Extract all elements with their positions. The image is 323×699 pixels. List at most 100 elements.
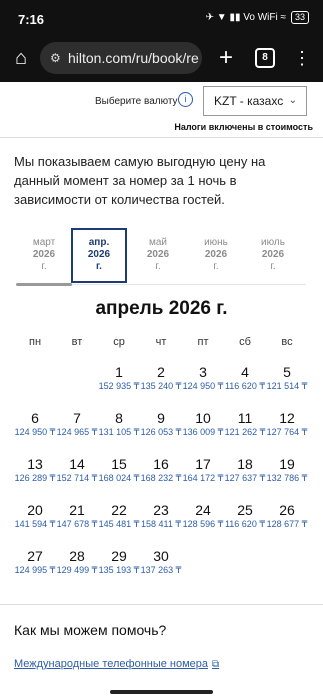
calendar-day[interactable]: 5 121 514 ₸ bbox=[266, 364, 308, 408]
calendar-day[interactable]: 16 168 232 ₸ bbox=[140, 456, 182, 500]
day-number: 5 bbox=[283, 364, 291, 380]
weekday-label: ср bbox=[113, 336, 125, 348]
day-price: 126 289 ₸ bbox=[14, 473, 56, 483]
day-number: 20 bbox=[27, 502, 43, 518]
international-phones-link[interactable]: Международные телефонные номера ⧉ bbox=[14, 658, 219, 670]
day-price: 126 053 ₸ bbox=[140, 427, 182, 437]
month-year: 2026 bbox=[261, 249, 285, 260]
weekday-label: пт bbox=[197, 336, 209, 348]
day-number: 18 bbox=[237, 456, 253, 472]
calendar-day[interactable]: 26 128 677 ₸ bbox=[266, 502, 308, 546]
month-scrollbar[interactable] bbox=[16, 283, 72, 286]
month-suffix: г. bbox=[270, 261, 276, 272]
calendar-day[interactable]: 7 124 965 ₸ bbox=[56, 410, 98, 454]
month-name: июль bbox=[261, 237, 285, 248]
calendar-day[interactable]: 3 124 950 ₸ bbox=[182, 364, 224, 408]
calendar-day[interactable]: 24 128 596 ₸ bbox=[182, 502, 224, 546]
weekday-label: пн bbox=[28, 336, 42, 348]
month-tab[interactable]: июль 2026 г. bbox=[245, 228, 301, 283]
calendar-day[interactable]: 19 132 786 ₸ bbox=[266, 456, 308, 500]
calendar-day[interactable]: 15 168 024 ₸ bbox=[98, 456, 140, 500]
calendar-day[interactable]: 1 152 935 ₸ bbox=[98, 364, 140, 408]
info-icon[interactable]: i bbox=[178, 92, 193, 107]
month-name: апр. bbox=[88, 237, 110, 248]
calendar-day[interactable]: 17 164 172 ₸ bbox=[182, 456, 224, 500]
new-tab-button[interactable]: + bbox=[212, 43, 240, 73]
link-text: Международные телефонные номера bbox=[14, 658, 209, 670]
calendar-day[interactable]: 11 121 262 ₸ bbox=[224, 410, 266, 454]
calendar-day[interactable]: 14 152 714 ₸ bbox=[56, 456, 98, 500]
currency-select[interactable]: KZT - казахс ⌄ bbox=[203, 86, 307, 116]
tax-note: Налоги включены в стоимость bbox=[174, 122, 313, 132]
calendar-day[interactable]: 2 135 240 ₸ bbox=[140, 364, 182, 408]
day-number: 24 bbox=[195, 502, 211, 518]
calendar-title: апрель 2026 г. bbox=[95, 298, 228, 319]
chevron-down-icon: ⌄ bbox=[288, 95, 297, 106]
calendar-day[interactable]: 10 136 009 ₸ bbox=[182, 410, 224, 454]
day-price: 135 193 ₸ bbox=[98, 565, 140, 575]
address-bar[interactable]: ⚙ hilton.com/ru/book/re bbox=[40, 42, 202, 74]
day-number: 13 bbox=[27, 456, 43, 472]
gesture-bar bbox=[110, 690, 213, 694]
day-number: 4 bbox=[241, 364, 249, 380]
calendar-day[interactable]: 27 124 995 ₸ bbox=[14, 548, 56, 592]
calendar-day[interactable]: 4 116 620 ₸ bbox=[224, 364, 266, 408]
day-price: 128 596 ₸ bbox=[182, 519, 224, 529]
calendar-day[interactable]: 13 126 289 ₸ bbox=[14, 456, 56, 500]
day-number: 19 bbox=[279, 456, 295, 472]
calendar-day[interactable]: 18 127 637 ₸ bbox=[224, 456, 266, 500]
month-tab-selected[interactable]: апр. 2026 г. bbox=[71, 228, 127, 283]
tab-switcher-button[interactable]: 8 bbox=[255, 48, 275, 68]
more-vert-icon: ⋮ bbox=[293, 48, 311, 68]
month-suffix: г. bbox=[213, 261, 219, 272]
currency-selector-row: Выберите валюту i KZT - казахс ⌄ bbox=[0, 82, 323, 122]
home-icon: ⌂ bbox=[14, 47, 28, 69]
month-suffix: г. bbox=[155, 261, 161, 272]
day-price: 137 263 ₸ bbox=[140, 565, 182, 575]
day-price: 131 105 ₸ bbox=[98, 427, 140, 437]
calendar-day[interactable]: 20 141 594 ₸ bbox=[14, 502, 56, 546]
weekday-label: сб bbox=[239, 336, 251, 348]
day-price: 132 786 ₸ bbox=[266, 473, 308, 483]
day-price: 158 411 ₸ bbox=[140, 519, 182, 529]
day-price: 121 514 ₸ bbox=[266, 381, 308, 391]
calendar-day[interactable]: 6 124 950 ₸ bbox=[14, 410, 56, 454]
day-number: 15 bbox=[111, 456, 127, 472]
calendar-day[interactable]: 12 127 764 ₸ bbox=[266, 410, 308, 454]
month-tab[interactable]: июнь 2026 г. bbox=[188, 228, 244, 283]
calendar-day[interactable]: 8 131 105 ₸ bbox=[98, 410, 140, 454]
day-number: 14 bbox=[69, 456, 85, 472]
battery-icon: 33 bbox=[290, 11, 309, 24]
calendar-day[interactable]: 28 129 499 ₸ bbox=[56, 548, 98, 592]
divider bbox=[0, 137, 323, 138]
day-price: 168 024 ₸ bbox=[98, 473, 140, 483]
site-settings-icon[interactable]: ⚙ bbox=[50, 42, 61, 74]
calendar-day[interactable]: 22 145 481 ₸ bbox=[98, 502, 140, 546]
help-heading: Как мы можем помочь? bbox=[14, 622, 167, 638]
day-price: 168 232 ₸ bbox=[140, 473, 182, 483]
calendar-day[interactable]: 23 158 411 ₸ bbox=[140, 502, 182, 546]
browser-menu-button[interactable]: ⋮ bbox=[293, 44, 311, 72]
calendar-day[interactable]: 9 126 053 ₸ bbox=[140, 410, 182, 454]
day-price: 127 637 ₸ bbox=[224, 473, 266, 483]
day-number: 22 bbox=[111, 502, 127, 518]
calendar-day[interactable]: 25 116 620 ₸ bbox=[224, 502, 266, 546]
calendar-day[interactable]: 21 147 678 ₸ bbox=[56, 502, 98, 546]
divider bbox=[0, 604, 323, 605]
home-button[interactable]: ⌂ bbox=[8, 45, 34, 71]
month-tab[interactable]: март 2026 г. bbox=[16, 228, 72, 283]
month-name: май bbox=[148, 237, 168, 248]
day-price: 164 172 ₸ bbox=[182, 473, 224, 483]
day-price: 124 965 ₸ bbox=[56, 427, 98, 437]
month-suffix: г. bbox=[41, 261, 47, 272]
day-price: 116 620 ₸ bbox=[224, 381, 266, 391]
day-price: 124 950 ₸ bbox=[182, 381, 224, 391]
month-name: март bbox=[32, 237, 56, 248]
price-info-text: Мы показываем самую выгодную цену на дан… bbox=[14, 154, 266, 207]
calendar-day[interactable]: 29 135 193 ₸ bbox=[98, 548, 140, 592]
month-tab[interactable]: май 2026 г. bbox=[130, 228, 186, 283]
weekday-label: чт bbox=[155, 336, 167, 348]
calendar-day[interactable]: 30 137 263 ₸ bbox=[140, 548, 182, 592]
day-number: 29 bbox=[111, 548, 127, 564]
signal-wifi-icons: ✈ ▼ ▮▮ Vo WiFi ≈ bbox=[205, 12, 286, 23]
